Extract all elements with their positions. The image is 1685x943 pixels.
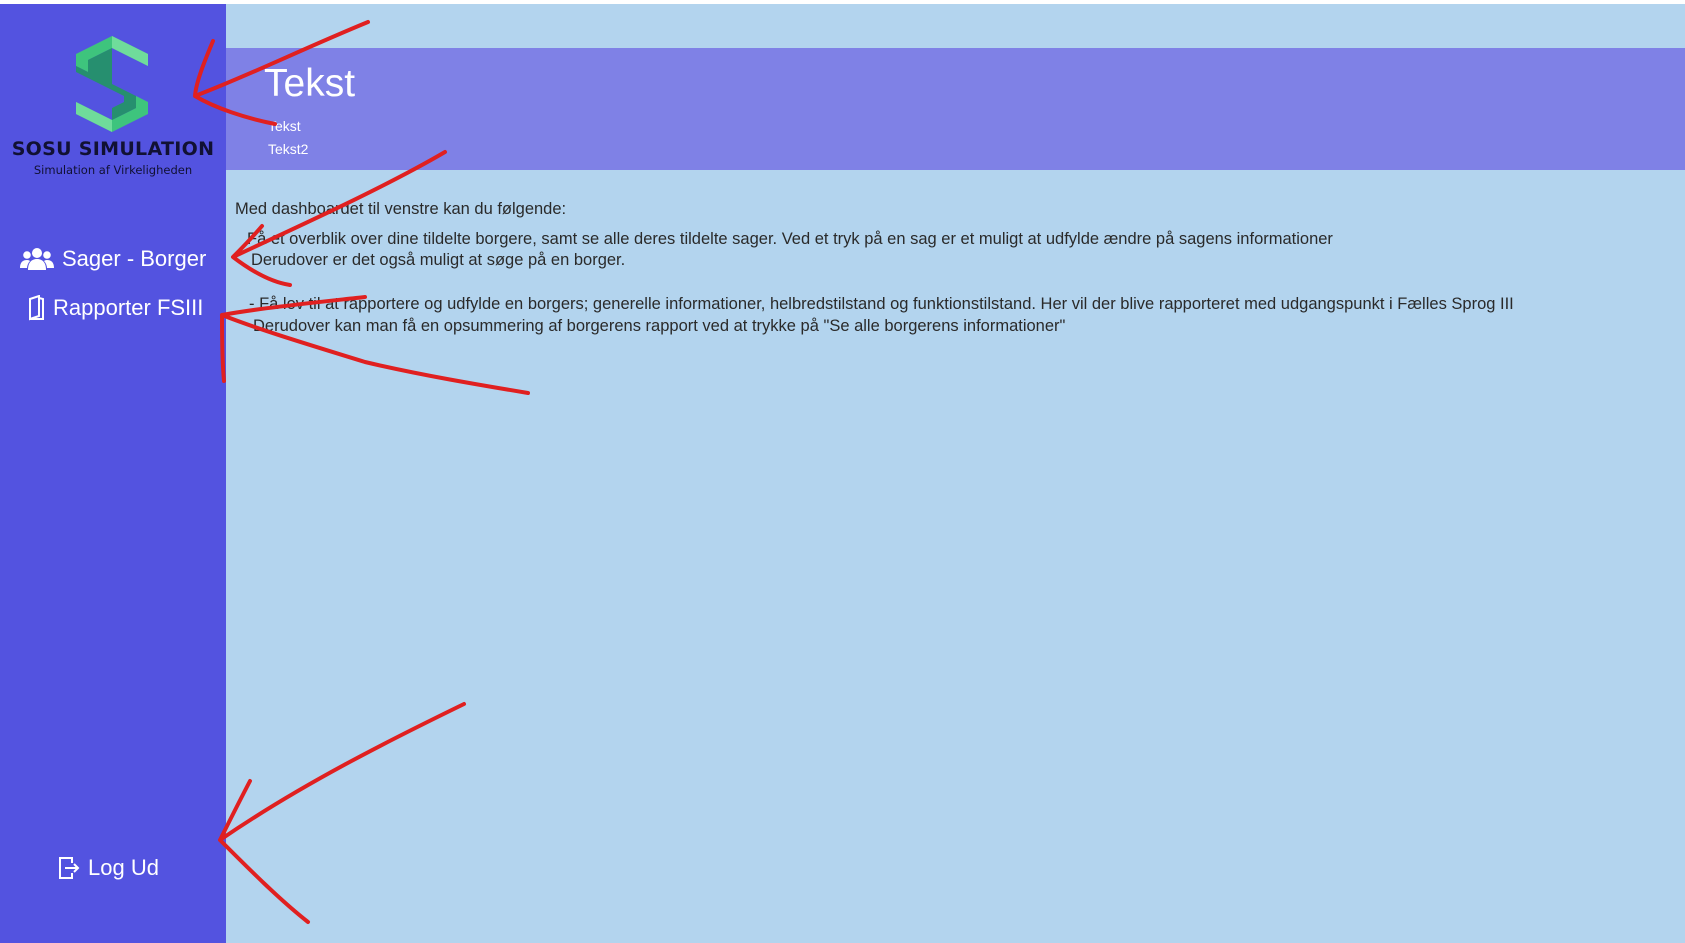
logout-label: Log Ud [88,855,159,880]
logo-subtitle: Simulation af Virkeligheden [33,163,193,177]
feature-1-line-1: Få et overblik over dine tildelte borger… [247,230,1333,248]
sidebar-item-label: Sager - Borger [62,246,207,271]
feature-2-line-1: - Få lov til at rapportere og udfylde en… [249,295,1514,313]
header-banner: Tekst Tekst Tekst2 [226,48,1685,170]
feature-1-line-2: Derudover er det også muligt at søge på … [251,251,626,269]
logo-s-icon [76,36,148,132]
logout-button[interactable]: Log Ud [58,855,159,881]
people-icon [20,247,54,271]
logo-title: SOSU SIMULATION [11,138,215,160]
sidebar-item-rapporter-fsiii[interactable]: Rapporter FSIII [27,295,203,321]
document-icon [27,295,45,321]
feature-2-line-2: Derudover kan man få en opsummering af b… [253,317,1066,335]
sidebar-item-label: Rapporter FSIII [53,295,204,320]
intro-text: Med dashboardet til venstre kan du følge… [235,200,567,218]
page-title: Tekst [264,62,356,105]
logo: SOSU SIMULATION Simulation af Virkelighe… [0,30,226,180]
header-subtitle-1: Tekst [268,118,301,134]
header-subtitle-2: Tekst2 [268,141,309,157]
sidebar: SOSU SIMULATION Simulation af Virkelighe… [0,4,226,943]
logout-icon [58,855,80,881]
app-window: SOSU SIMULATION Simulation af Virkelighe… [0,4,1685,943]
sidebar-item-sager-borger[interactable]: Sager - Borger [20,246,206,272]
